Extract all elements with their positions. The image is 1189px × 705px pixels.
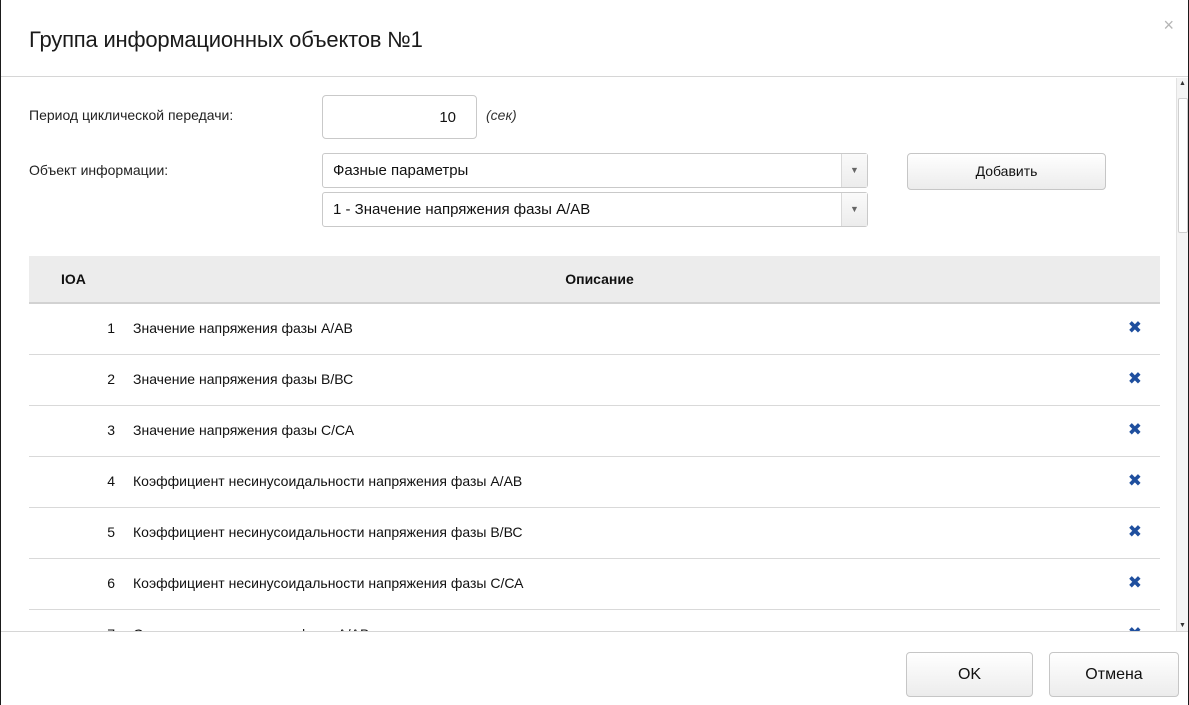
row-description: Коэффициент несинусоидальности напряжени… <box>133 473 523 489</box>
table-header: IOA Описание <box>29 256 1160 304</box>
row-ioa: 5 <box>107 524 115 540</box>
column-header-description: Описание <box>565 271 634 287</box>
dialog-title: Группа информационных объектов №1 <box>29 27 423 52</box>
remove-icon[interactable]: ✖ <box>1128 573 1142 593</box>
row-description: Коэффициент несинусоидальности напряжени… <box>133 575 524 591</box>
remove-icon[interactable]: ✖ <box>1128 420 1142 440</box>
dialog-body: Период циклической передачи: 10 (сек) Об… <box>1 78 1188 631</box>
row-description: Значение напряжения фазы В/ВС <box>133 371 354 387</box>
table-row: 2 Значение напряжения фазы В/ВС ✖ <box>29 355 1160 406</box>
object-label: Объект информации: <box>29 162 169 178</box>
row-ioa: 2 <box>107 371 115 387</box>
table-row: 1 Значение напряжения фазы А/АВ ✖ <box>29 304 1160 355</box>
remove-icon[interactable]: ✖ <box>1128 471 1142 491</box>
object-select[interactable]: Фазные параметры ▼ <box>322 153 868 188</box>
vertical-scrollbar[interactable]: ▲ ▼ <box>1176 78 1188 631</box>
chevron-down-icon: ▼ <box>841 154 867 187</box>
param-select-value: 1 - Значение напряжения фазы А/АВ <box>333 201 591 218</box>
table-body: 1 Значение напряжения фазы А/АВ ✖ 2 Значение… <box>29 304 1160 631</box>
scroll-down-icon[interactable]: ▼ <box>1179 622 1186 629</box>
row-description: Значение напряжения фазы С/СА <box>133 422 355 438</box>
table-row: 4 Коэффициент несинусоидальности напряжен… <box>29 457 1160 508</box>
dialog-header: Группа информационных объектов №1 × <box>1 0 1188 77</box>
dialog-footer: OK Отмена <box>1 631 1188 705</box>
remove-icon[interactable]: ✖ <box>1128 369 1142 389</box>
row-description: Коэффициент несинусоидальности напряжени… <box>133 524 523 540</box>
table-row: 5 Коэффициент несинусоидальности напряжен… <box>29 508 1160 559</box>
remove-icon[interactable]: ✖ <box>1128 522 1142 542</box>
row-description: Значение напряжения фазы А/АВ <box>133 320 353 336</box>
table-row: 7Отклонение напряжения фазы А/АВ✖ <box>29 610 1160 631</box>
table-row: 6 Коэффициент несинусоидальности напряжен… <box>29 559 1160 610</box>
close-icon[interactable]: × <box>1163 16 1174 34</box>
scroll-up-icon[interactable]: ▲ <box>1179 80 1186 87</box>
period-unit: (сек) <box>486 107 517 123</box>
row-ioa: 1 <box>107 320 115 336</box>
ok-button[interactable]: OK <box>906 652 1033 697</box>
param-select[interactable]: 1 - Значение напряжения фазы А/АВ ▼ <box>322 192 868 227</box>
remove-icon[interactable]: ✖ <box>1128 624 1142 631</box>
period-input[interactable]: 10 <box>322 95 477 139</box>
period-label: Период циклической передачи: <box>29 107 234 123</box>
add-button[interactable]: Добавить <box>907 153 1106 190</box>
chevron-down-icon: ▼ <box>841 193 867 226</box>
table-row: 3 Значение напряжения фазы С/СА ✖ <box>29 406 1160 457</box>
row-ioa: 6 <box>107 575 115 591</box>
dialog: Группа информационных объектов №1 × Пери… <box>0 0 1189 705</box>
remove-icon[interactable]: ✖ <box>1128 318 1142 338</box>
scrollbar-thumb[interactable] <box>1178 98 1188 233</box>
ioa-table: IOA Описание 1 Значение напряжения фазы А… <box>29 256 1160 631</box>
row-ioa: 3 <box>107 422 115 438</box>
cancel-button[interactable]: Отмена <box>1049 652 1179 697</box>
object-select-value: Фазные параметры <box>333 162 469 179</box>
row-ioa: 4 <box>107 473 115 489</box>
